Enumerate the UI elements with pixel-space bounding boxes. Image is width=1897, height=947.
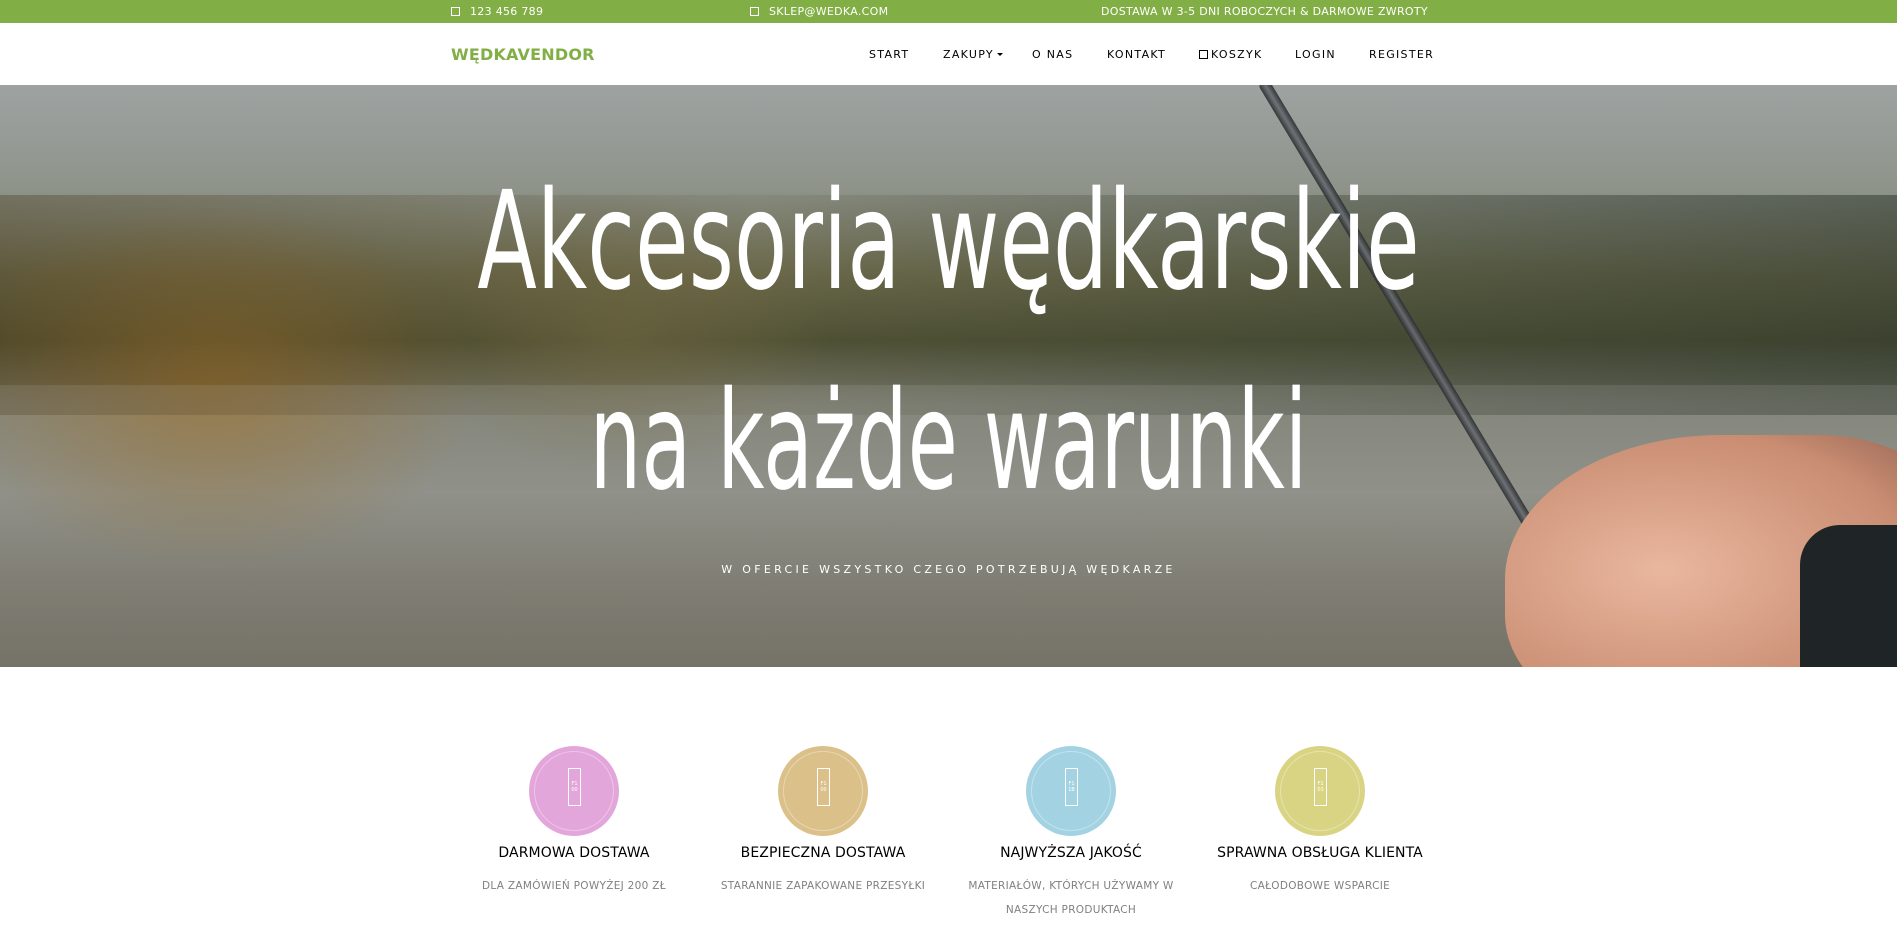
feature-support: F1 03 SPRAWNA OBSŁUGA KLIENTA CAŁODOBOWE…	[1195, 746, 1445, 898]
feature-icon-circle: F1 00	[529, 746, 619, 836]
quality-icon: F1 1B	[1065, 768, 1078, 806]
feature-icon-circle: F1 1B	[1026, 746, 1116, 836]
hero-title-line-1: Akcesoria wędkarskie	[477, 163, 1420, 321]
nav-register-label: REGISTER	[1369, 47, 1435, 61]
shipping-note-text: DOSTAWA W 3-5 DNI ROBOCZYCH & DARMOWE ZW…	[1101, 5, 1428, 18]
nav-start[interactable]: START	[869, 48, 909, 61]
chevron-down-icon	[996, 52, 1003, 56]
nav-register[interactable]: REGISTER	[1369, 48, 1434, 61]
feature-safe-delivery: F1 00 BEZPIECZNA DOSTAWA STARANNIE ZAPAK…	[698, 746, 948, 898]
main-navbar: WĘDKAVENDOR START ZAKUPY O NAS KONTAKT K…	[0, 23, 1897, 85]
nav-o-nas-label: O NAS	[1032, 47, 1074, 61]
feature-description: CAŁODOBOWE WSPARCIE	[1249, 880, 1391, 892]
nav-zakupy[interactable]: ZAKUPY	[943, 48, 1003, 61]
support-icon: F1 03	[1314, 768, 1327, 806]
shipping-note: DOSTAWA W 3-5 DNI ROBOCZYCH & DARMOWE ZW…	[1101, 0, 1428, 23]
feature-icon-circle: F1 03	[1275, 746, 1365, 836]
nav-login[interactable]: LOGIN	[1295, 48, 1336, 61]
nav-login-label: LOGIN	[1295, 47, 1336, 61]
feature-title: SPRAWNA OBSŁUGA KLIENTA	[1217, 845, 1423, 861]
nav-koszyk-label: KOSZYK	[1211, 47, 1263, 61]
nav-start-label: START	[869, 47, 910, 61]
package-icon: F1 00	[817, 768, 830, 806]
email-contact[interactable]: SKLEP@WEDKA.COM	[750, 0, 888, 23]
email-address: SKLEP@WEDKA.COM	[769, 5, 889, 18]
delivery-icon: F1 00	[568, 768, 581, 806]
nav-o-nas[interactable]: O NAS	[1032, 48, 1073, 61]
sleeve-image	[1800, 525, 1897, 667]
feature-title: DARMOWA DOSTAWA	[498, 845, 650, 861]
cart-icon	[1199, 49, 1208, 59]
hero-banner: Akcesoria wędkarskie na każde warunki W …	[0, 85, 1897, 667]
nav-zakupy-label: ZAKUPY	[943, 47, 994, 61]
nav-koszyk[interactable]: KOSZYK	[1199, 48, 1263, 61]
hero-title-line-2: na każde warunki	[589, 363, 1308, 521]
feature-title: NAJWYŻSZA JAKOŚĆ	[1000, 845, 1142, 861]
feature-title: BEZPIECZNA DOSTAWA	[740, 845, 906, 861]
phone-number: 123 456 789	[470, 5, 544, 18]
mail-icon	[750, 7, 759, 16]
nav-kontakt-label: KONTAKT	[1107, 47, 1167, 61]
main-nav: START ZAKUPY O NAS KONTAKT KOSZYK LOGIN …	[0, 23, 1897, 85]
feature-description: DLA ZAMÓWIEŃ POWYŻEJ 200 ZŁ	[482, 880, 666, 892]
feature-icon-circle: F1 00	[778, 746, 868, 836]
hero-subtitle: W OFERCIE WSZYSTKO CZEGO POTRZEBUJĄ WĘDK…	[721, 563, 1176, 576]
feature-description: MATERIAŁÓW, KTÓRYCH UŻYWAMY W NASZYCH PR…	[968, 880, 1174, 916]
nav-kontakt[interactable]: KONTAKT	[1107, 48, 1166, 61]
phone-icon	[451, 7, 460, 16]
feature-description: STARANNIE ZAPAKOWANE PRZESYŁKI	[720, 880, 926, 892]
top-info-bar: 123 456 789 SKLEP@WEDKA.COM DOSTAWA W 3-…	[0, 0, 1897, 23]
feature-free-delivery: F1 00 DARMOWA DOSTAWA DLA ZAMÓWIEŃ POWYŻ…	[449, 746, 699, 898]
phone-contact[interactable]: 123 456 789	[451, 0, 543, 23]
feature-quality: F1 1B NAJWYŻSZA JAKOŚĆ MATERIAŁÓW, KTÓRY…	[946, 746, 1196, 922]
